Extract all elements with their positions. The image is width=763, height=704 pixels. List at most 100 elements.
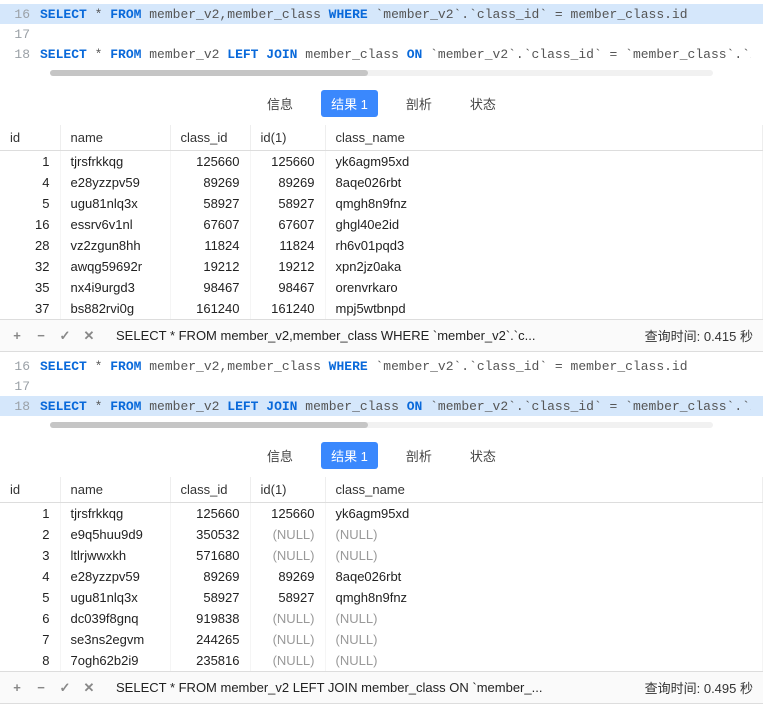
cell-name[interactable]: essrv6v1nl	[60, 214, 170, 235]
cell-name[interactable]: awqg59692r	[60, 256, 170, 277]
cell-id[interactable]: 1	[0, 151, 60, 173]
cell-id1[interactable]: 89269	[250, 566, 325, 587]
sql-editor-1[interactable]: 16SELECT * FROM member_v2,member_class W…	[0, 0, 763, 68]
table-row[interactable]: 7se3ns2egvm244265(NULL)(NULL)	[0, 629, 763, 650]
cell-id1[interactable]: 125660	[250, 503, 325, 525]
col-id1[interactable]: id(1)	[250, 125, 325, 151]
col-class-id[interactable]: class_id	[170, 125, 250, 151]
table-row[interactable]: 32awqg59692r1921219212xpn2jz0aka	[0, 256, 763, 277]
cell-class_name[interactable]: (NULL)	[325, 608, 763, 629]
cell-id1[interactable]: (NULL)	[250, 629, 325, 650]
cell-class_id[interactable]: 571680	[170, 545, 250, 566]
cell-name[interactable]: e9q5huu9d9	[60, 524, 170, 545]
cell-name[interactable]: ugu81nlq3x	[60, 587, 170, 608]
col-id[interactable]: id	[0, 125, 60, 151]
cell-id[interactable]: 16	[0, 214, 60, 235]
cell-class_id[interactable]: 125660	[170, 151, 250, 173]
cell-class_id[interactable]: 919838	[170, 608, 250, 629]
cell-id1[interactable]: 11824	[250, 235, 325, 256]
cell-class_id[interactable]: 350532	[170, 524, 250, 545]
table-row[interactable]: 28vz2zgun8hh1182411824rh6v01pqd3	[0, 235, 763, 256]
cell-class_id[interactable]: 235816	[170, 650, 250, 671]
col-id[interactable]: id	[0, 477, 60, 503]
cell-id1[interactable]: 125660	[250, 151, 325, 173]
cell-class_id[interactable]: 89269	[170, 566, 250, 587]
cell-name[interactable]: 7ogh62b2i9	[60, 650, 170, 671]
tab-status[interactable]: 状态	[460, 442, 506, 469]
editor-scrollbar-1[interactable]	[0, 68, 763, 82]
cell-class_id[interactable]: 161240	[170, 298, 250, 319]
col-name[interactable]: name	[60, 125, 170, 151]
cell-class_name[interactable]: orenvrkaro	[325, 277, 763, 298]
cell-id[interactable]: 35	[0, 277, 60, 298]
cell-id[interactable]: 3	[0, 545, 60, 566]
apply-icon[interactable]: ✓	[58, 680, 72, 696]
editor-line[interactable]: 16SELECT * FROM member_v2,member_class W…	[0, 356, 763, 376]
cell-class_name[interactable]: 8aqe026rbt	[325, 566, 763, 587]
cell-name[interactable]: ltlrjwwxkh	[60, 545, 170, 566]
col-class-name[interactable]: class_name	[325, 477, 763, 503]
col-class-name[interactable]: class_name	[325, 125, 763, 151]
table-row[interactable]: 4e28yzzpv5989269892698aqe026rbt	[0, 566, 763, 587]
tab-result-1[interactable]: 结果 1	[321, 442, 378, 469]
cell-id[interactable]: 4	[0, 172, 60, 193]
cell-id1[interactable]: (NULL)	[250, 608, 325, 629]
cell-class_name[interactable]: qmgh8n9fnz	[325, 193, 763, 214]
code-content[interactable]: SELECT * FROM member_v2 LEFT JOIN member…	[40, 399, 751, 414]
tab-info[interactable]: 信息	[257, 442, 303, 469]
cell-name[interactable]: e28yzzpv59	[60, 566, 170, 587]
result-table-1[interactable]: id name class_id id(1) class_name 1tjrsf…	[0, 125, 763, 319]
col-name[interactable]: name	[60, 477, 170, 503]
cell-class_id[interactable]: 89269	[170, 172, 250, 193]
col-id1[interactable]: id(1)	[250, 477, 325, 503]
cell-id[interactable]: 5	[0, 587, 60, 608]
cell-id1[interactable]: 19212	[250, 256, 325, 277]
cell-class_name[interactable]: yk6agm95xd	[325, 151, 763, 173]
table-row[interactable]: 4e28yzzpv5989269892698aqe026rbt	[0, 172, 763, 193]
cell-class_name[interactable]: rh6v01pqd3	[325, 235, 763, 256]
cell-id[interactable]: 37	[0, 298, 60, 319]
cell-class_name[interactable]: ghgl40e2id	[325, 214, 763, 235]
tab-result-1[interactable]: 结果 1	[321, 90, 378, 117]
cell-class_name[interactable]: mpj5wtbnpd	[325, 298, 763, 319]
cell-id[interactable]: 1	[0, 503, 60, 525]
table-row[interactable]: 1tjrsfrkkqg125660125660yk6agm95xd	[0, 151, 763, 173]
cell-id[interactable]: 7	[0, 629, 60, 650]
cell-id1[interactable]: 98467	[250, 277, 325, 298]
cell-name[interactable]: se3ns2egvm	[60, 629, 170, 650]
cell-class_id[interactable]: 11824	[170, 235, 250, 256]
code-content[interactable]: SELECT * FROM member_v2,member_class WHE…	[40, 7, 688, 22]
tab-profile[interactable]: 剖析	[396, 90, 442, 117]
table-row[interactable]: 2e9q5huu9d9350532(NULL)(NULL)	[0, 524, 763, 545]
table-row[interactable]: 3ltlrjwwxkh571680(NULL)(NULL)	[0, 545, 763, 566]
cell-id1[interactable]: 58927	[250, 587, 325, 608]
cell-class_id[interactable]: 98467	[170, 277, 250, 298]
editor-line[interactable]: 18SELECT * FROM member_v2 LEFT JOIN memb…	[0, 396, 763, 416]
cell-class_id[interactable]: 125660	[170, 503, 250, 525]
add-row-icon[interactable]: +	[10, 328, 24, 344]
table-row[interactable]: 1tjrsfrkkqg125660125660yk6agm95xd	[0, 503, 763, 525]
editor-scrollbar-2[interactable]	[0, 420, 763, 434]
cancel-icon[interactable]: ✕	[82, 328, 96, 344]
cell-name[interactable]: e28yzzpv59	[60, 172, 170, 193]
apply-icon[interactable]: ✓	[58, 328, 72, 344]
cell-class_name[interactable]: (NULL)	[325, 650, 763, 671]
table-row[interactable]: 35nx4i9urgd39846798467orenvrkaro	[0, 277, 763, 298]
cell-class_name[interactable]: (NULL)	[325, 629, 763, 650]
cell-name[interactable]: bs882rvi0g	[60, 298, 170, 319]
code-content[interactable]: SELECT * FROM member_v2,member_class WHE…	[40, 359, 688, 374]
cell-class_id[interactable]: 244265	[170, 629, 250, 650]
cell-class_name[interactable]: (NULL)	[325, 524, 763, 545]
cell-class_name[interactable]: xpn2jz0aka	[325, 256, 763, 277]
cell-name[interactable]: vz2zgun8hh	[60, 235, 170, 256]
remove-row-icon[interactable]: −	[34, 328, 48, 344]
cell-class_name[interactable]: (NULL)	[325, 545, 763, 566]
cell-id[interactable]: 2	[0, 524, 60, 545]
table-row[interactable]: 5ugu81nlq3x5892758927qmgh8n9fnz	[0, 587, 763, 608]
cell-class_id[interactable]: 58927	[170, 193, 250, 214]
table-row[interactable]: 6dc039f8gnq919838(NULL)(NULL)	[0, 608, 763, 629]
cell-name[interactable]: nx4i9urgd3	[60, 277, 170, 298]
table-row[interactable]: 5ugu81nlq3x5892758927qmgh8n9fnz	[0, 193, 763, 214]
tab-info[interactable]: 信息	[257, 90, 303, 117]
add-row-icon[interactable]: +	[10, 680, 24, 696]
